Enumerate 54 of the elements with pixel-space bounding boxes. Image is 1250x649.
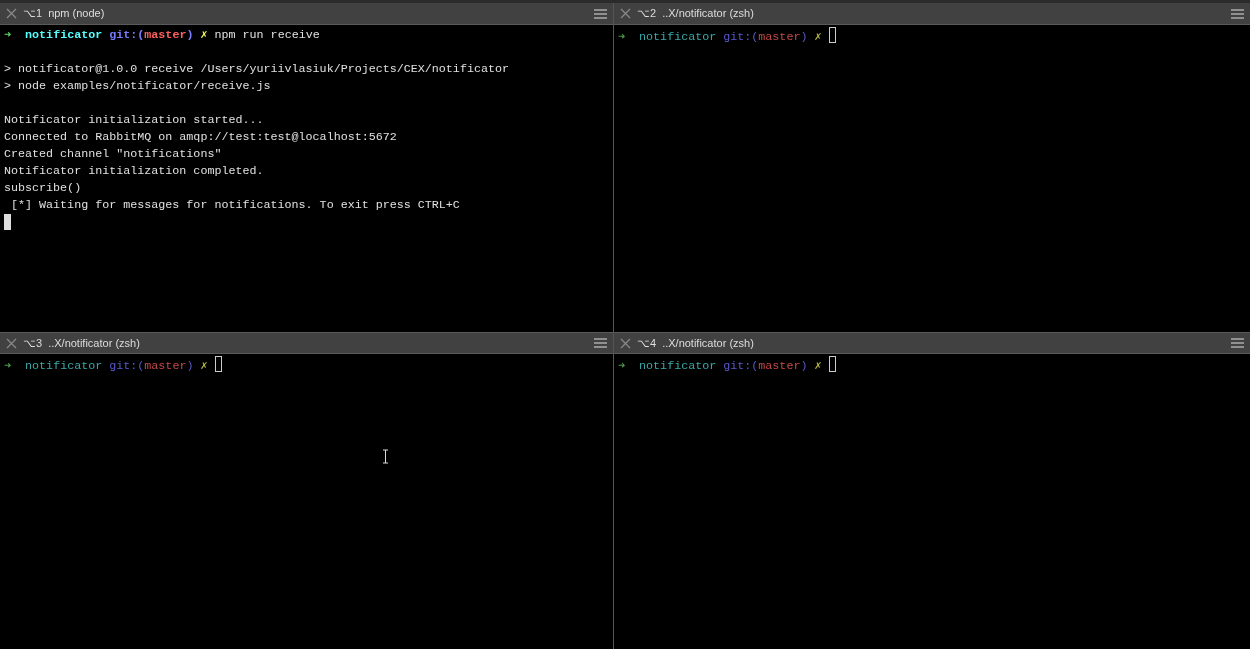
git-label: ) — [800, 359, 808, 373]
menu-icon[interactable] — [594, 338, 607, 348]
branch-name: master — [758, 30, 801, 44]
output-line: Notificator initialization completed. — [4, 163, 265, 180]
output-line: > notificator@1.0.0 receive /Users/yuriivlasiuk/Projects/CEX/notificator — [4, 61, 510, 78]
output-line: [*] Waiting for messages for notifications. To exit press CTRL+C — [10, 197, 461, 214]
pane-title: ..X/notificator (zsh) — [48, 335, 140, 351]
pane-shortcut: ⌥3 — [23, 335, 43, 351]
git-label: ) — [186, 359, 194, 373]
close-icon[interactable] — [620, 337, 631, 349]
git-label: git:( — [723, 359, 759, 373]
git-label: git:( — [723, 30, 759, 44]
pane-tab-bar[interactable]: ⌥4 ..X/notificator (zsh) — [614, 332, 1250, 354]
pane-tab-bar[interactable]: ⌥2 ..X/notificator (zsh) — [614, 3, 1250, 25]
output-line: > node examples/notificator/receive.js — [4, 78, 272, 95]
prompt-arrow: ➜ — [4, 359, 12, 373]
output-line: subscribe() — [4, 180, 83, 197]
directory-name: notificator — [25, 359, 103, 373]
git-label: ) — [800, 30, 808, 44]
pane-title: ..X/notificator (zsh) — [662, 6, 754, 22]
menu-icon[interactable] — [1231, 8, 1244, 19]
pane-title: npm (node) — [48, 6, 105, 22]
prompt-arrow: ➜ — [4, 28, 12, 42]
git-label: git:( — [109, 359, 145, 373]
output-line: Created channel "notifications" — [4, 146, 223, 163]
git-label: git:( — [109, 28, 145, 42]
directory-name: notificator — [25, 28, 103, 42]
branch-name: master — [758, 359, 801, 373]
close-icon[interactable] — [6, 337, 17, 349]
pane-title: ..X/notificator (zsh) — [662, 335, 754, 351]
output-line: Notificator initialization started... — [4, 112, 265, 129]
command-text: npm run receive — [214, 28, 320, 42]
dirty-mark: ✗ — [200, 28, 208, 42]
dirty-mark: ✗ — [200, 359, 208, 373]
prompt-arrow: ➜ — [618, 359, 626, 373]
pane-shortcut: ⌥1 — [23, 6, 43, 22]
close-icon[interactable] — [6, 8, 17, 19]
pane-tab-bar[interactable]: ⌥1 npm (node) — [0, 3, 613, 25]
text-cursor-icon — [382, 449, 389, 464]
output-line: Connected to RabbitMQ on amqp://test:test@localhost:5672 — [4, 129, 398, 146]
branch-name: master — [144, 28, 187, 42]
directory-name: notificator — [639, 359, 717, 373]
branch-name: master — [144, 359, 187, 373]
pane-tab-bar[interactable]: ⌥3 ..X/notificator (zsh) — [0, 332, 613, 354]
pane-shortcut: ⌥2 — [637, 6, 657, 22]
menu-icon[interactable] — [594, 8, 607, 19]
prompt-arrow: ➜ — [618, 30, 626, 44]
dirty-mark: ✗ — [814, 359, 822, 373]
directory-name: notificator — [639, 30, 717, 44]
pane-shortcut: ⌥4 — [637, 335, 657, 351]
dirty-mark: ✗ — [814, 30, 822, 44]
git-label: ) — [186, 28, 194, 42]
close-icon[interactable] — [620, 8, 631, 19]
menu-icon[interactable] — [1231, 338, 1244, 348]
